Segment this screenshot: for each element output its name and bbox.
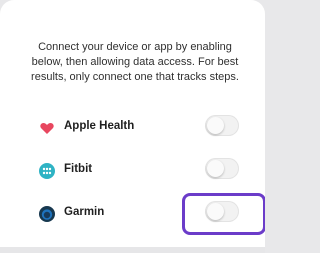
source-label: Fitbit [64,163,93,175]
toggle-knob [207,117,224,134]
connect-device-sheet: Connect your device or app by enabling b… [0,0,265,253]
intro-text: Connect your device or app by enabling b… [31,41,239,83]
source-label: Garmin [64,206,105,218]
focus-highlight [182,193,265,235]
toggle-knob [207,160,224,177]
fitbit-icon [39,163,55,179]
fitbit-toggle[interactable] [205,158,239,179]
apple-health-toggle[interactable] [205,115,239,136]
source-label: Apple Health [64,120,135,132]
source-row-fitbit: Fitbit [0,151,265,191]
garmin-icon [39,206,55,222]
sheet-bottom-edge [0,247,265,253]
heart-icon [39,120,55,136]
source-row-apple-health: Apple Health [0,108,265,148]
